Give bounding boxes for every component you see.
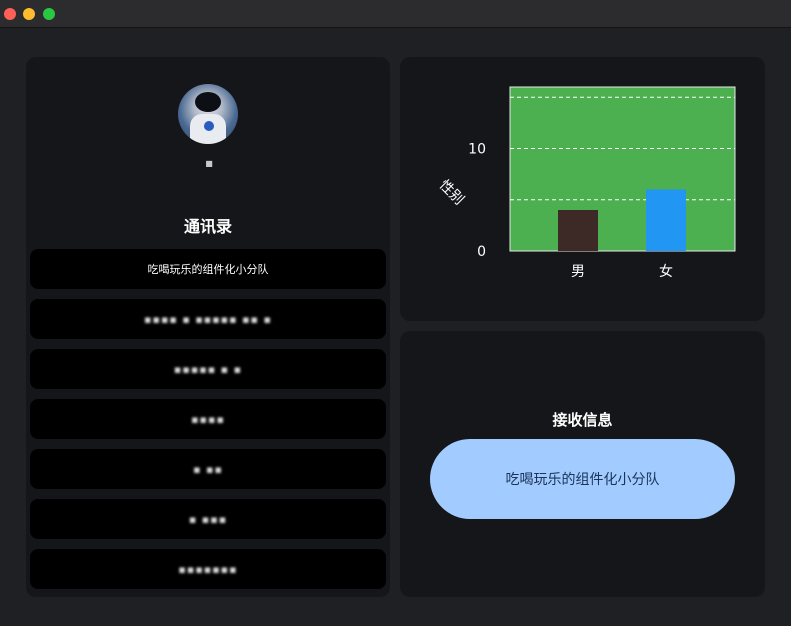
contact-name: ▪ ▪▪	[193, 462, 223, 476]
y-tick-label: 0	[477, 244, 486, 260]
contacts-title: 通讯录	[183, 217, 232, 236]
contact-name: 吃喝玩乐的组件化小分队	[147, 263, 269, 276]
contact-item[interactable]: ▪▪▪▪	[30, 399, 386, 439]
contact-item[interactable]: 吃喝玩乐的组件化小分队	[30, 249, 386, 289]
y-tick-label: 10	[468, 142, 486, 158]
username: ■	[205, 159, 213, 168]
bar-0	[558, 210, 598, 251]
avatar[interactable]	[178, 84, 238, 144]
contact-item[interactable]: ▪▪▪▪▪▪▪	[30, 549, 386, 589]
astronaut-helmet-icon	[195, 92, 221, 112]
contact-item[interactable]: ▪▪▪▪▪ ▪ ▪	[30, 349, 386, 389]
contact-item[interactable]: ▪ ▪▪	[30, 449, 386, 489]
contact-item[interactable]: ▪ ▪▪▪	[30, 499, 386, 539]
group-chat-button[interactable]: 吃喝玩乐的组件化小分队	[430, 439, 735, 519]
window-titlebar	[0, 0, 791, 28]
x-tick-label: 男	[571, 264, 585, 280]
contact-item[interactable]: ▪▪▪▪ ▪ ▪▪▪▪▪ ▪▪ ▪	[30, 299, 386, 339]
gender-bar-chart: 0 10 男 女	[468, 86, 736, 280]
minimize-window-button[interactable]	[23, 8, 35, 20]
close-window-button[interactable]	[4, 8, 16, 20]
contact-name: ▪▪▪▪▪▪▪	[178, 562, 238, 576]
gender-chart-panel: 性别 0 10 男女	[400, 57, 765, 321]
contact-name: ▪ ▪▪▪	[188, 512, 228, 526]
receive-panel: 接收信息 吃喝玩乐的组件化小分队	[400, 331, 765, 597]
contact-name: ▪▪▪▪ ▪ ▪▪▪▪▪ ▪▪ ▪	[144, 312, 272, 326]
contact-list: 吃喝玩乐的组件化小分队 ▪▪▪▪ ▪ ▪▪▪▪▪ ▪▪ ▪ ▪▪▪▪▪ ▪ ▪ ▪▪▪…	[30, 249, 386, 597]
plot-area	[509, 86, 736, 252]
receive-title: 接收信息	[552, 411, 613, 429]
zoom-window-button[interactable]	[43, 8, 55, 20]
contact-name: ▪▪▪▪	[191, 412, 225, 426]
astronaut-badge-icon	[204, 121, 214, 131]
bar-1	[646, 189, 686, 251]
contact-name: ▪▪▪▪▪ ▪ ▪	[173, 362, 243, 376]
contacts-panel: ■ 通讯录 吃喝玩乐的组件化小分队 ▪▪▪▪ ▪ ▪▪▪▪▪ ▪▪ ▪ ▪▪▪▪▪ …	[26, 57, 390, 597]
x-tick-label: 女	[659, 263, 673, 280]
